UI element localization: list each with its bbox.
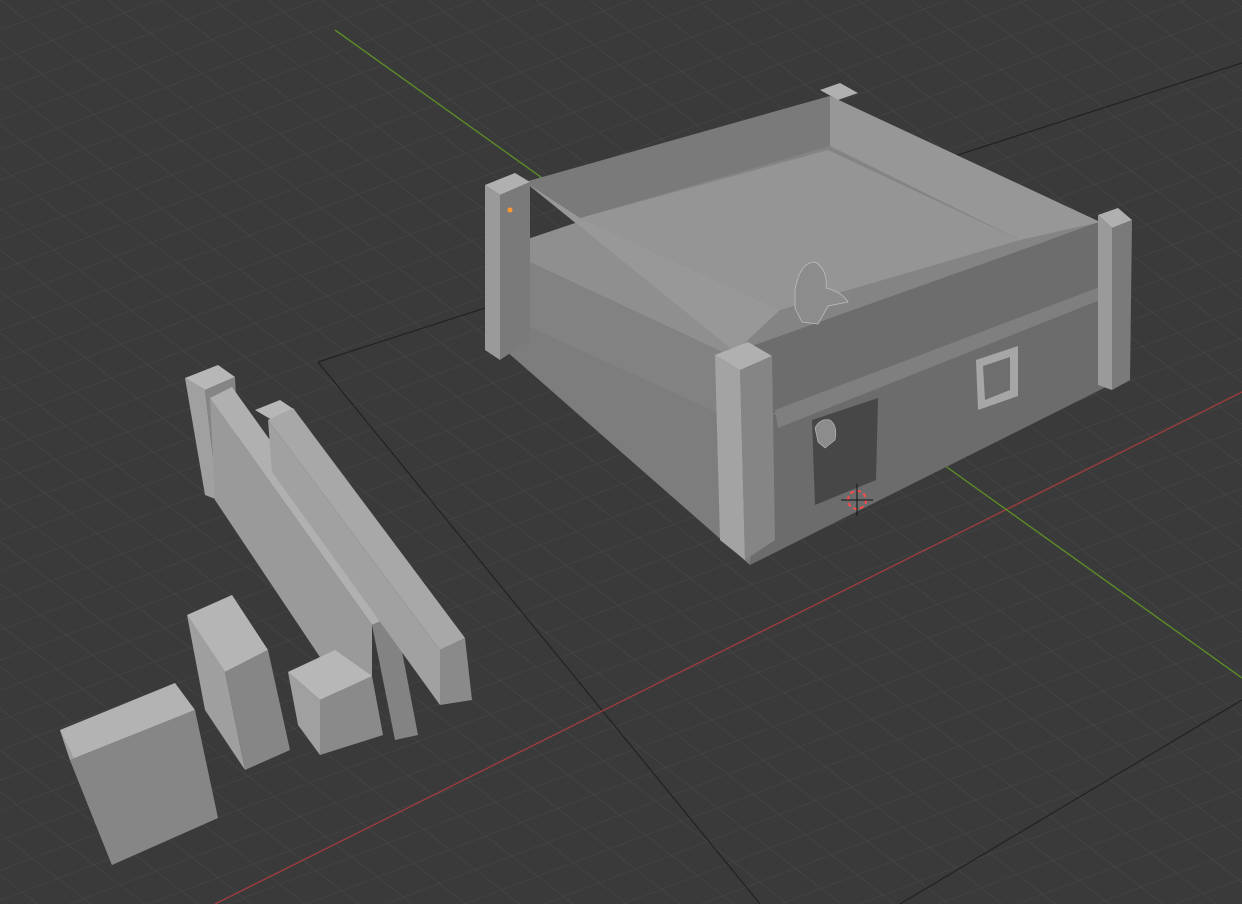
3d-viewport[interactable]	[0, 0, 1242, 904]
viewport-canvas[interactable]	[0, 0, 1242, 904]
object-origin-icon	[507, 207, 513, 213]
